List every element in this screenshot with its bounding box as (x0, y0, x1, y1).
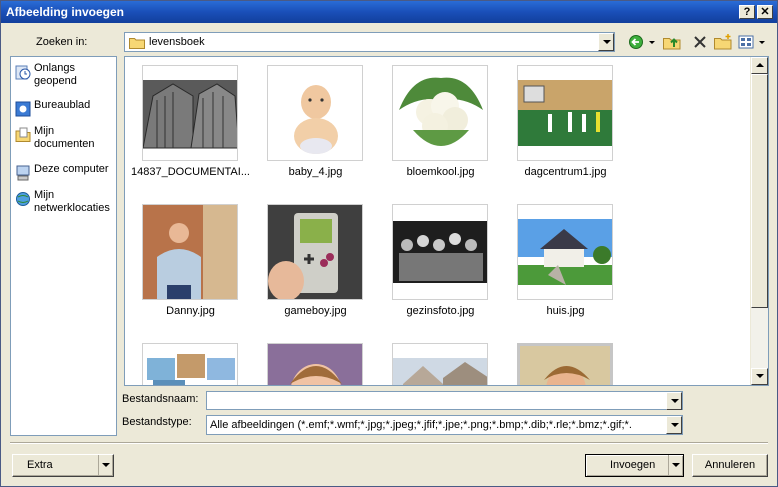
file-item[interactable] (127, 337, 247, 385)
window-title: Afbeelding invoegen (6, 5, 125, 19)
file-item[interactable]: huis.jpg (502, 198, 622, 333)
file-thumbnail (392, 343, 488, 385)
scroll-up-button[interactable] (751, 57, 768, 74)
file-item[interactable]: gezinsfoto.jpg (377, 198, 497, 333)
file-item[interactable]: gameboy.jpg (252, 198, 372, 333)
file-name: gameboy.jpg (284, 305, 347, 317)
title-bar: Afbeelding invoegen ? ✕ (1, 1, 777, 23)
file-list-scrollbar[interactable] (750, 57, 768, 385)
folder-icon (129, 36, 145, 52)
file-name: 14837_DOCUMENTAI... (130, 166, 250, 178)
file-item[interactable]: baby_4.jpg (252, 59, 372, 194)
file-thumbnail (267, 343, 363, 385)
file-thumbnail (142, 343, 238, 385)
file-item[interactable]: Danny.jpg (127, 198, 247, 333)
file-thumbnail (517, 204, 613, 300)
my-computer-icon (15, 165, 31, 181)
extra-button[interactable]: Extra (12, 454, 114, 477)
file-thumbnail (392, 204, 488, 300)
file-item[interactable] (252, 337, 372, 385)
filename-label: Bestandsnaam: (122, 393, 199, 405)
filetype-select[interactable]: Alle afbeeldingen (*.emf;*.wmf;*.jpg;*.j… (206, 415, 683, 435)
file-thumbnail (267, 65, 363, 161)
look-in-value: levensboek (149, 36, 205, 48)
look-in-dropdown-arrow[interactable] (598, 33, 614, 51)
insert-button[interactable]: Invoegen (585, 454, 684, 477)
close-button[interactable]: ✕ (757, 5, 773, 19)
file-name: bloemkool.jpg (406, 166, 475, 178)
back-button[interactable] (628, 33, 656, 51)
file-item[interactable] (502, 337, 622, 385)
file-item[interactable] (377, 337, 497, 385)
file-thumbnail (142, 204, 238, 300)
file-name: huis.jpg (546, 305, 585, 317)
filetype-value: Alle afbeeldingen (*.emf;*.wmf;*.jpg;*.j… (210, 419, 632, 431)
file-name: baby_4.jpg (288, 166, 343, 178)
help-button[interactable]: ? (739, 5, 755, 19)
insert-picture-dialog: Afbeelding invoegen ? ✕ Zoeken in: leven… (0, 0, 778, 487)
file-list: 14837_DOCUMENTAI... baby_4.jpg bloemkool… (124, 56, 769, 386)
my-documents-icon (15, 127, 31, 143)
filetype-label: Bestandstype: (122, 416, 192, 428)
views-icon[interactable] (737, 33, 767, 51)
file-item[interactable]: bloemkool.jpg (377, 59, 497, 194)
up-folder-icon[interactable] (662, 33, 682, 51)
file-thumbnail (267, 204, 363, 300)
file-thumbnail (142, 65, 238, 161)
file-name: Danny.jpg (166, 305, 215, 317)
file-item[interactable]: dagcentrum1.jpg (502, 59, 622, 194)
file-thumbnail (517, 65, 613, 161)
look-in-dropdown[interactable]: levensboek (124, 32, 615, 52)
file-name: dagcentrum1.jpg (524, 166, 607, 178)
chevron-down-icon[interactable] (98, 455, 113, 476)
network-places-icon (15, 191, 31, 207)
delete-icon[interactable] (691, 33, 709, 51)
filetype-dropdown-arrow[interactable] (666, 416, 682, 434)
chevron-down-icon[interactable] (668, 455, 683, 476)
divider (10, 442, 768, 444)
file-thumbnail (392, 65, 488, 161)
file-item[interactable]: 14837_DOCUMENTAI... (127, 59, 250, 194)
cancel-button[interactable]: Annuleren (692, 454, 768, 477)
filename-input[interactable] (206, 391, 683, 410)
file-name: gezinsfoto.jpg (406, 305, 475, 317)
desktop-icon (15, 101, 31, 117)
file-thumbnail (517, 343, 613, 385)
filename-dropdown-arrow[interactable] (666, 392, 682, 410)
recent-icon (15, 64, 31, 80)
scroll-down-button[interactable] (751, 368, 768, 385)
look-in-label: Zoeken in: (36, 36, 88, 48)
places-bar: Onlangs geopend Bureaublad Mijn document… (10, 56, 117, 436)
scroll-thumb[interactable] (751, 74, 768, 308)
new-folder-icon[interactable] (713, 33, 733, 51)
